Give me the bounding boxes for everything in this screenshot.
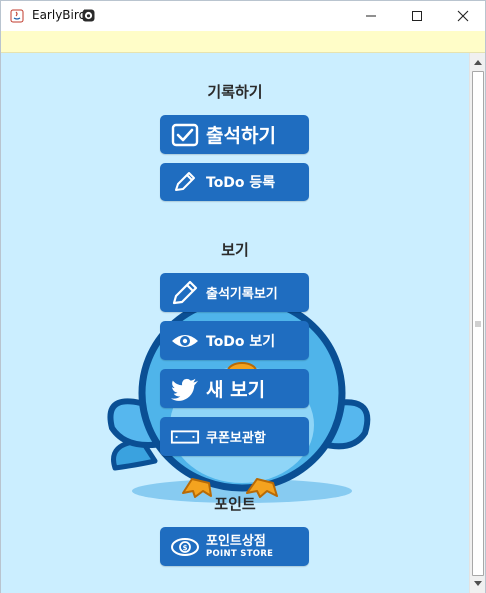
pencil-icon — [170, 280, 200, 306]
vertical-scrollbar[interactable] — [469, 53, 485, 593]
notice-strip — [1, 31, 485, 53]
todo-view-button-label: ToDo 보기 — [206, 333, 276, 350]
bird-view-button[interactable]: 새 보기 — [160, 369, 309, 408]
scroll-up-button[interactable] — [470, 54, 486, 70]
minimize-button[interactable] — [348, 1, 394, 31]
main-panel: 기록하기 출석하기 ToDo 등록 보기 출석기록보기 ToDo 보기 새 보기… — [1, 53, 469, 593]
svg-text:$: $ — [183, 544, 188, 552]
scroll-down-button[interactable] — [470, 576, 486, 592]
scroll-up-arrow-icon — [474, 60, 482, 65]
todo-register-button-label: ToDo 등록 — [206, 175, 276, 191]
app-window: EarlyBird 기록하기 출석하기 ToDo 등록 보기 출석기록보기 To… — [0, 0, 486, 593]
maximize-icon — [412, 11, 422, 21]
point-store-label-group: 포인트상점 POINT STORE — [206, 535, 273, 559]
point-section-label: 포인트 — [214, 495, 256, 513]
attendance-history-button[interactable]: 출석기록보기 — [160, 273, 309, 312]
bird-view-button-label: 새 보기 — [206, 379, 266, 401]
coupon-box-button-label: 쿠폰보관함 — [206, 431, 266, 446]
bird-icon — [170, 376, 200, 402]
coupon-box-button[interactable]: 쿠폰보관함 — [160, 417, 309, 456]
todo-view-button[interactable]: ToDo 보기 — [160, 321, 309, 360]
pencil-icon — [170, 169, 200, 195]
close-icon — [457, 10, 469, 22]
point-store-button-label: 포인트상점 — [206, 533, 266, 549]
coin-icon: $ — [170, 534, 200, 560]
eye-icon — [170, 328, 200, 354]
attendance-button-label: 출석하기 — [206, 125, 276, 147]
view-section-label: 보기 — [221, 241, 249, 259]
point-store-button[interactable]: $ 포인트상점 POINT STORE — [160, 527, 309, 566]
maximize-button[interactable] — [394, 1, 440, 31]
minimize-icon — [366, 15, 376, 17]
title-bar[interactable]: EarlyBird — [1, 1, 485, 31]
checkbox-icon — [170, 122, 200, 148]
record-section-label: 기록하기 — [207, 83, 263, 101]
attendance-button[interactable]: 출석하기 — [160, 115, 309, 154]
window-title: EarlyBird — [32, 8, 87, 22]
bird-logo-icon — [82, 9, 95, 22]
scrollbar-thumb[interactable] — [472, 71, 484, 576]
java-app-icon — [10, 9, 24, 23]
point-store-button-sublabel: POINT STORE — [206, 548, 274, 559]
grip-icon — [475, 321, 481, 327]
ticket-icon — [170, 424, 200, 450]
close-button[interactable] — [440, 1, 486, 31]
scroll-down-arrow-icon — [474, 581, 482, 586]
attendance-history-button-label: 출석기록보기 — [206, 287, 278, 302]
todo-register-button[interactable]: ToDo 등록 — [160, 163, 309, 201]
